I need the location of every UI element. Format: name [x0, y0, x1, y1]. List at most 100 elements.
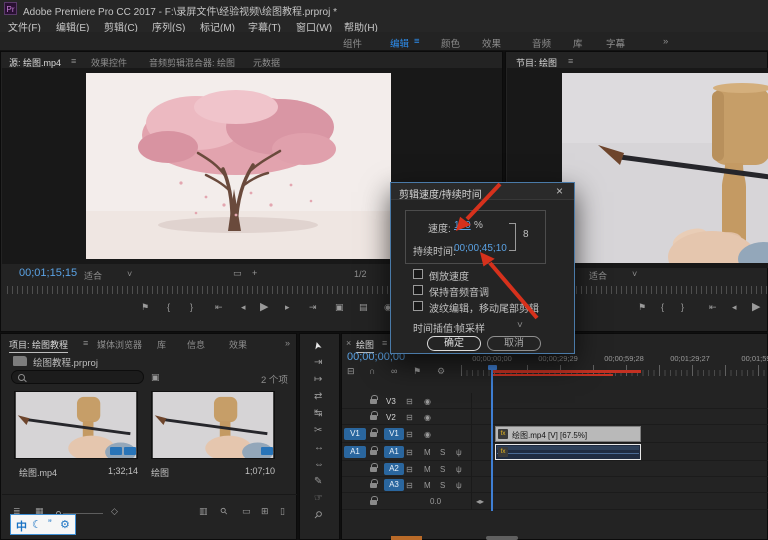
tab-media-browser[interactable]: 媒体浏览器 [97, 338, 142, 351]
track-target-a2[interactable]: A2 [384, 463, 404, 475]
playhead-handle[interactable] [488, 365, 497, 370]
insert-icon[interactable]: ▣ [335, 302, 344, 313]
horizontal-scrollbar-thumb[interactable] [486, 536, 518, 540]
step-back-icon[interactable]: ◂ [241, 302, 246, 313]
mark-in-icon[interactable]: { [661, 302, 664, 312]
timeline-settings-icon[interactable]: ⚙ [437, 366, 445, 377]
mark-out-icon[interactable]: } [190, 302, 193, 312]
filter-bin-icon[interactable]: ▣ [151, 372, 160, 383]
new-item-icon[interactable]: ⊞ [261, 506, 269, 517]
time-interpolation-select[interactable]: 帧采样 [455, 320, 485, 335]
lock-icon[interactable] [370, 395, 377, 404]
ime-mode-moon-icon[interactable]: ☾ [32, 518, 42, 531]
workspace-tab-editing[interactable]: 编辑 [390, 36, 409, 50]
selection-tool[interactable]: ➤ [312, 340, 325, 351]
add-marker-icon[interactable]: ⚑ [141, 302, 149, 313]
track-target-a1[interactable]: A1 [384, 446, 404, 458]
panel-menu-icon[interactable]: ≡ [83, 338, 88, 348]
mute-icon[interactable]: M [424, 448, 431, 457]
master-gain[interactable]: 0.0 [430, 497, 441, 506]
automate-sequence-icon[interactable]: ▥ [199, 506, 208, 517]
sync-lock-icon[interactable]: ⊟ [406, 448, 413, 457]
clip-thumbnail[interactable] [151, 391, 275, 459]
rolling-edit-tool[interactable]: ⇄ [314, 391, 322, 402]
shuttle-icon[interactable]: ◇ [111, 506, 118, 517]
duration-value[interactable]: 00;00;45;10 [454, 243, 507, 254]
track-target-v1[interactable]: V1 [384, 428, 404, 440]
video-clip[interactable]: fx 绘图.mp4 [V] [67.5%] [495, 426, 641, 442]
source-timecode[interactable]: 00;01;15;15 [19, 267, 77, 279]
lock-icon[interactable] [370, 463, 377, 472]
cancel-button[interactable]: 取消 [487, 336, 541, 351]
program-zoom-select[interactable]: 适合 [589, 269, 607, 282]
clip-name[interactable]: 绘图 [151, 466, 169, 479]
play-icon[interactable]: ▶ [752, 300, 760, 313]
mute-icon[interactable]: M [424, 465, 431, 474]
ime-punct-icon[interactable]: ” [48, 518, 52, 530]
step-forward-icon[interactable]: ▸ [285, 302, 290, 313]
track-target-a3[interactable]: A3 [384, 479, 404, 491]
add-marker-icon[interactable]: ⚑ [638, 302, 646, 313]
new-bin-icon[interactable]: ▭ [242, 506, 251, 517]
slip-tool[interactable]: ↔ [314, 442, 324, 453]
delete-icon[interactable]: ▯ [280, 506, 285, 517]
mark-out-icon[interactable]: } [681, 302, 684, 312]
zoom-tool[interactable]: ⚲ [311, 509, 324, 522]
lock-icon[interactable] [370, 496, 377, 505]
ripple-edit-tool[interactable]: ↦ [314, 374, 322, 385]
dialog-title-bar[interactable]: 剪辑速度/持续时间 × [391, 183, 574, 200]
speed-value[interactable]: 100 [454, 220, 471, 231]
chevron-down-icon[interactable]: ˅ [127, 269, 132, 279]
panel-menu-icon[interactable]: ≡ [71, 56, 76, 66]
keyframe-nav-icon[interactable]: ◂▸ [476, 497, 484, 506]
voiceover-mic-icon[interactable]: ψ [456, 465, 462, 474]
clip-thumbnail[interactable] [14, 391, 138, 459]
track-output-eye-icon[interactable]: ◉ [424, 430, 431, 439]
overwrite-icon[interactable]: ▤ [359, 302, 368, 313]
clip-name[interactable]: 绘图.mp4 [19, 466, 57, 479]
work-area-handle[interactable] [391, 536, 422, 540]
play-icon[interactable]: ▶ [260, 300, 268, 313]
track-output-eye-icon[interactable]: ◉ [424, 413, 431, 422]
chevron-down-icon[interactable]: ˅ [632, 269, 637, 279]
add-marker-icon[interactable]: ⚑ [413, 366, 421, 377]
source-video-frame[interactable] [86, 73, 391, 259]
mark-in-icon[interactable]: { [167, 302, 170, 312]
lock-icon[interactable] [370, 479, 377, 488]
slide-tool[interactable]: ⇔ [314, 459, 324, 470]
track-output-eye-icon[interactable]: ◉ [424, 397, 431, 406]
ok-button[interactable]: 确定 [427, 336, 481, 351]
tab-effects[interactable]: 效果 [229, 338, 247, 351]
search-box[interactable] [11, 370, 144, 384]
ime-settings-icon[interactable]: ⚙ [60, 518, 70, 531]
linked-selection-icon[interactable]: ∞ [391, 366, 397, 376]
step-back-icon[interactable]: ◂ [732, 302, 737, 313]
tab-info[interactable]: 信息 [187, 338, 205, 351]
workspace-tab-titles[interactable]: 字幕 [606, 36, 625, 50]
program-ruler[interactable] [576, 286, 767, 294]
nest-insert-icon[interactable]: ⊟ [347, 366, 355, 377]
sync-lock-icon[interactable]: ⊟ [406, 413, 413, 422]
close-icon[interactable]: × [556, 184, 563, 198]
workspace-tab-libraries[interactable]: 库 [573, 36, 583, 50]
workspace-tab-color[interactable]: 颜色 [441, 36, 460, 50]
workspace-menu-icon[interactable]: ≡ [414, 36, 420, 47]
tab-libraries[interactable]: 库 [157, 338, 166, 351]
solo-icon[interactable]: S [440, 465, 445, 474]
razor-tool[interactable]: ✂ [314, 425, 322, 436]
solo-icon[interactable]: S [440, 481, 445, 490]
link-chain-icon[interactable]: 8 [523, 229, 529, 240]
go-to-in-icon[interactable]: ⇤ [215, 302, 223, 313]
pen-tool[interactable]: ✎ [314, 476, 322, 487]
lock-icon[interactable] [370, 428, 377, 437]
workspace-overflow-icon[interactable]: » [663, 36, 668, 47]
track-name[interactable]: V3 [386, 397, 396, 406]
project-breadcrumb[interactable]: 绘图教程.prproj [33, 355, 98, 369]
playhead[interactable] [491, 365, 493, 511]
workspace-tab-assembly[interactable]: 组件 [343, 36, 362, 50]
program-video-frame[interactable] [562, 73, 768, 263]
ime-lang-icon[interactable]: 中 [16, 518, 27, 534]
workspace-tab-effects[interactable]: 效果 [482, 36, 501, 50]
lock-icon[interactable] [370, 446, 377, 455]
sync-lock-icon[interactable]: ⊟ [406, 397, 413, 406]
